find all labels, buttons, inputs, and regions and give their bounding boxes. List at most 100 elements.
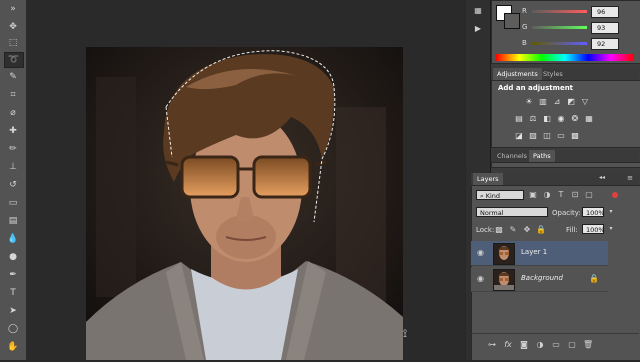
lasso-cursor-icon: ⟟ — [403, 327, 408, 340]
threshold-icon[interactable]: ◫ — [542, 131, 552, 140]
clone-stamp-tool-icon[interactable]: ⊥ — [4, 160, 22, 174]
filter-shape-icon[interactable]: ⊡ — [570, 190, 580, 199]
value-r[interactable]: 96 — [591, 6, 619, 18]
adjustments-tabs: Adjustments Styles — [491, 68, 639, 80]
selective-color-icon[interactable]: ▩ — [570, 131, 580, 140]
visibility-eye-icon[interactable]: ◉ — [477, 248, 486, 257]
value-g[interactable]: 93 — [591, 22, 619, 34]
dodge-tool-icon[interactable]: ● — [4, 250, 22, 264]
layer-row-background[interactable]: ◉ Background 🔒 — [471, 267, 608, 292]
layer-name[interactable]: Layer 1 — [521, 248, 547, 256]
hand-tool-icon[interactable]: ✋ — [4, 340, 22, 354]
hue-saturation-icon[interactable]: ▤ — [514, 114, 524, 123]
tab-layers[interactable]: Layers — [473, 173, 503, 185]
slider-r[interactable] — [532, 10, 587, 13]
eraser-tool-icon[interactable]: ▭ — [4, 196, 22, 210]
lock-icon: 🔒 — [589, 274, 599, 283]
filter-type-icon[interactable]: T — [556, 190, 566, 199]
color-spectrum-ramp[interactable] — [496, 54, 634, 61]
link-layers-icon[interactable]: ⊶ — [487, 340, 497, 349]
tab-channels[interactable]: Channels — [493, 150, 531, 162]
filter-adjustment-icon[interactable]: ◑ — [542, 190, 552, 199]
path-selection-tool-icon[interactable]: ➤ — [4, 304, 22, 318]
filter-pixel-icon[interactable]: ▣ — [528, 190, 538, 199]
curves-icon[interactable]: ⊿ — [552, 97, 562, 106]
eyedropper-tool-icon[interactable]: ⌀ — [4, 106, 22, 120]
lock-position-icon[interactable]: ✥ — [522, 225, 532, 234]
document-canvas[interactable] — [86, 47, 403, 360]
levels-icon[interactable]: ▥ — [538, 97, 548, 106]
filter-toggle-icon[interactable] — [612, 192, 618, 198]
channel-label-g: G — [522, 23, 528, 31]
healing-brush-tool-icon[interactable]: ✚ — [4, 124, 22, 138]
color-panel: R 96 G 93 B 92 — [491, 0, 640, 64]
adjustments-panel: Add an adjustment ☀ ▥ ⊿ ◩ ▽ ▤ ⚖ ◧ ◉ ❂ ▦ … — [491, 80, 640, 148]
panel-collapse-icon[interactable]: ◂◂ — [597, 174, 607, 181]
actions-icon[interactable]: ▶ — [473, 24, 483, 33]
portrait-photo — [86, 47, 403, 360]
tools-panel: » ✥ ⬚ ➰ ✎ ⌗ ⌀ ✚ ✏ ⊥ ↺ ▭ ▤ 💧 ● ✒ T ➤ ◯ ✋ — [0, 0, 27, 360]
new-group-icon[interactable]: ▭ — [551, 340, 561, 349]
slider-g[interactable] — [532, 26, 587, 29]
gradient-tool-icon[interactable]: ▤ — [4, 214, 22, 228]
posterize-icon[interactable]: ▨ — [528, 131, 538, 140]
tab-paths[interactable]: Paths — [529, 150, 555, 162]
blend-mode-select[interactable]: Normal — [476, 207, 548, 217]
gradient-map-icon[interactable]: ▭ — [556, 131, 566, 140]
color-balance-icon[interactable]: ⚖ — [528, 114, 538, 123]
history-brush-tool-icon[interactable]: ↺ — [4, 178, 22, 192]
channel-mixer-icon[interactable]: ❂ — [570, 114, 580, 123]
filter-kind-select[interactable]: ⌕ Kind — [476, 190, 524, 200]
history-icon[interactable]: ▦ — [473, 6, 483, 15]
opacity-dropdown-icon[interactable]: ▾ — [606, 208, 616, 215]
photo-filter-icon[interactable]: ◉ — [556, 114, 566, 123]
paths-panel — [491, 162, 640, 168]
adjustments-heading: Add an adjustment — [498, 84, 574, 92]
shape-tool-icon[interactable]: ◯ — [4, 322, 22, 336]
collapse-arrows-icon[interactable]: » — [4, 2, 22, 16]
opacity-input[interactable]: 100% — [582, 207, 605, 217]
vibrance-icon[interactable]: ▽ — [580, 97, 590, 106]
fill-dropdown-icon[interactable]: ▾ — [606, 225, 616, 232]
lock-transparent-icon[interactable]: ▩ — [494, 225, 504, 234]
fill-label: Fill: — [566, 226, 578, 234]
channel-label-r: R — [522, 7, 527, 15]
layer-thumbnail — [493, 269, 515, 291]
brightness-icon[interactable]: ☀ — [524, 97, 534, 106]
crop-tool-icon[interactable]: ⌗ — [4, 88, 22, 102]
black-white-icon[interactable]: ◧ — [542, 114, 552, 123]
channels-paths-tabs: Channels Paths — [491, 150, 639, 162]
new-adjustment-layer-icon[interactable]: ◑ — [535, 340, 545, 349]
type-tool-icon[interactable]: T — [4, 286, 22, 300]
filter-smart-object-icon[interactable]: ▢ — [584, 190, 594, 199]
tab-adjustments[interactable]: Adjustments — [493, 68, 542, 80]
brush-tool-icon[interactable]: ✏ — [4, 142, 22, 156]
layer-thumbnail — [493, 243, 515, 265]
layer-row-layer-1[interactable]: ◉ Layer 1 — [471, 241, 608, 266]
lasso-tool-icon[interactable]: ➰ — [4, 52, 24, 68]
value-b[interactable]: 92 — [591, 38, 619, 50]
visibility-eye-icon[interactable]: ◉ — [477, 274, 486, 283]
fill-input[interactable]: 100% — [582, 224, 605, 234]
layers-tabs: Layers ◂◂ ≡ — [471, 173, 639, 185]
fx-icon[interactable]: fx — [503, 340, 513, 349]
tab-styles[interactable]: Styles — [539, 68, 567, 80]
lock-pixels-icon[interactable]: ✎ — [508, 225, 518, 234]
background-color-swatch[interactable] — [504, 13, 520, 29]
exposure-icon[interactable]: ◩ — [566, 97, 576, 106]
lock-label: Lock: — [476, 226, 495, 234]
color-lookup-icon[interactable]: ▦ — [584, 114, 594, 123]
delete-layer-icon[interactable]: 🗑 — [583, 340, 593, 349]
pen-tool-icon[interactable]: ✒ — [4, 268, 22, 282]
slider-b[interactable] — [532, 42, 587, 45]
quick-select-tool-icon[interactable]: ✎ — [4, 70, 22, 84]
lock-all-icon[interactable]: 🔒 — [536, 225, 546, 234]
add-mask-icon[interactable]: ◙ — [519, 340, 529, 349]
move-tool-icon[interactable]: ✥ — [4, 20, 22, 34]
panel-menu-icon[interactable]: ≡ — [625, 174, 635, 182]
invert-icon[interactable]: ◪ — [514, 131, 524, 140]
new-layer-icon[interactable]: ▢ — [567, 340, 577, 349]
blur-tool-icon[interactable]: 💧 — [4, 232, 22, 246]
layer-name[interactable]: Background — [521, 274, 563, 282]
marquee-tool-icon[interactable]: ⬚ — [4, 36, 22, 50]
